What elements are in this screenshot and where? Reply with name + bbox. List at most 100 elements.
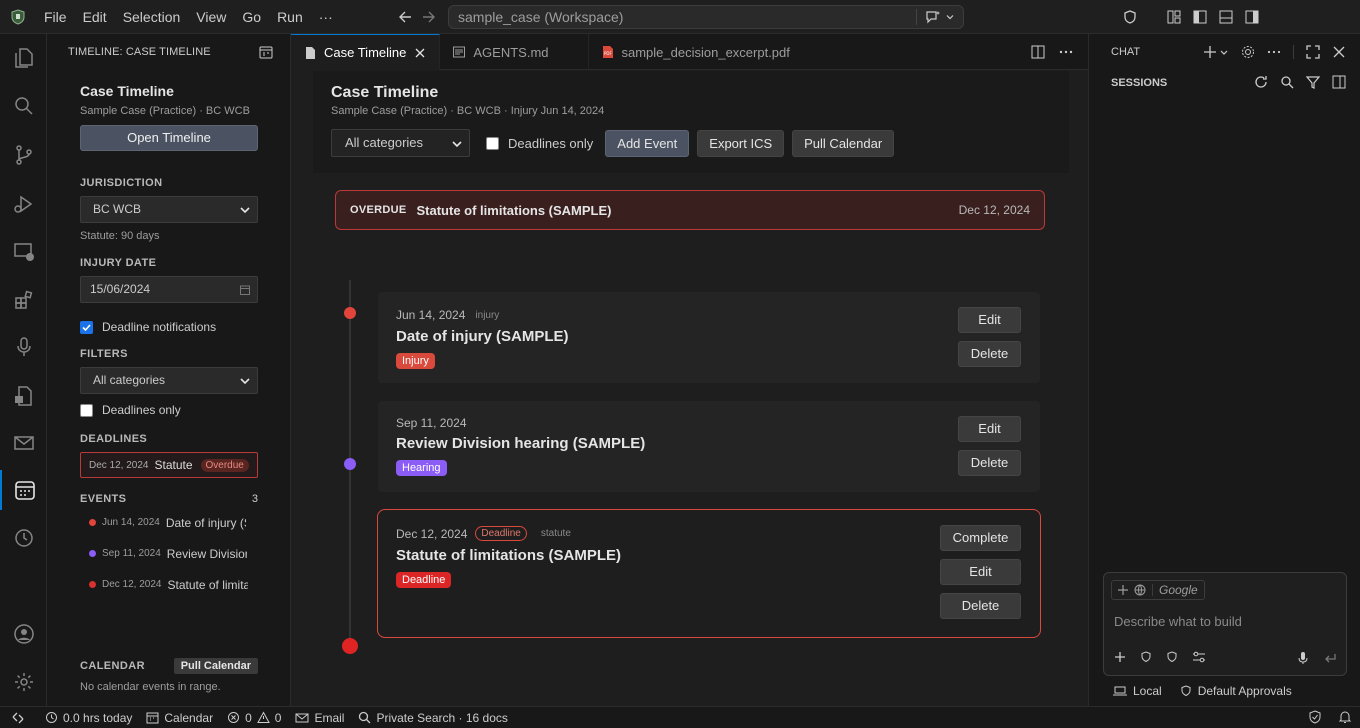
close-icon[interactable] [413, 46, 427, 60]
sidebar-pull-calendar-button[interactable]: Pull Calendar [173, 658, 258, 674]
shield-icon[interactable] [1140, 651, 1152, 663]
injury-date-input[interactable]: 15/06/2024 [80, 276, 258, 303]
menu-selection[interactable]: Selection [115, 0, 189, 34]
add-context-icon[interactable] [1118, 585, 1128, 595]
toggle-secondary-sidebar-icon[interactable] [1244, 9, 1260, 25]
events-count: 3 [251, 493, 258, 505]
edit-button[interactable]: Edit [940, 559, 1021, 585]
event-card[interactable]: Jun 14, 2024 injury Date of injury (SAMP… [378, 292, 1040, 383]
sidebar-deadlines-only-checkbox[interactable] [80, 403, 93, 417]
shield-check-icon[interactable] [1166, 651, 1178, 663]
tab-case-timeline[interactable]: Case Timeline [291, 34, 441, 70]
editor-scrollbar[interactable] [1076, 70, 1088, 706]
chat-input-send-tools [1297, 651, 1337, 665]
microphone-icon[interactable] [0, 327, 47, 367]
filter-icon[interactable] [1306, 75, 1320, 89]
menu-go[interactable]: Go [234, 0, 269, 34]
mail-icon[interactable] [0, 423, 47, 463]
pull-calendar-button[interactable]: Pull Calendar [792, 129, 895, 157]
gear-icon[interactable] [1241, 45, 1255, 59]
remote-explorer-icon[interactable] [0, 232, 47, 272]
split-editor-icon[interactable] [1030, 44, 1046, 60]
deadline-notifications-row[interactable]: Deadline notifications [80, 320, 257, 334]
tab-sample-decision-pdf[interactable]: PDF sample_decision_excerpt.pdf [589, 34, 802, 70]
back-arrow-icon[interactable] [396, 8, 414, 26]
microphone-icon[interactable] [1297, 651, 1309, 665]
chat-input-box[interactable]: Google Describe what to build [1103, 572, 1347, 676]
calendar-status[interactable]: Calendar [139, 711, 220, 725]
search-icon[interactable] [1280, 75, 1294, 89]
problems-status[interactable]: 0 0 [220, 711, 288, 725]
context-chip[interactable]: Google [1111, 580, 1205, 600]
copilot-menu[interactable] [916, 9, 955, 25]
hours-status[interactable]: 0.0 hrs today [38, 711, 139, 725]
open-timeline-button[interactable]: Open Timeline [80, 125, 258, 151]
approvals-toggle[interactable]: Default Approvals [1180, 684, 1292, 698]
shield-icon[interactable] [1122, 9, 1138, 25]
sidebar-category-select[interactable]: All categories [80, 367, 258, 394]
toggle-primary-sidebar-icon[interactable] [1192, 9, 1208, 25]
menu-run[interactable]: Run [269, 0, 311, 34]
delete-button[interactable]: Delete [940, 593, 1021, 619]
command-center-search[interactable]: sample_case (Workspace) [448, 5, 964, 29]
shield-check-icon[interactable] [1308, 710, 1322, 724]
bell-icon[interactable] [1338, 710, 1352, 724]
sliders-icon[interactable] [1192, 651, 1206, 663]
customize-layout-icon[interactable] [1166, 9, 1182, 25]
run-debug-icon[interactable] [0, 184, 47, 224]
calendar-view-icon[interactable] [258, 44, 274, 60]
event-card[interactable]: Sep 11, 2024 Review Division hearing (SA… [378, 401, 1040, 492]
sidebar-event-item[interactable]: Sep 11, 2024 Review Division hearing (SA… [89, 538, 257, 569]
local-toggle[interactable]: Local [1113, 684, 1162, 698]
tab-agents-md[interactable]: AGENTS.md [440, 34, 589, 70]
export-ics-button[interactable]: Export ICS [697, 129, 785, 157]
remote-indicator[interactable] [0, 711, 32, 725]
sidebar-event-item[interactable]: Dec 12, 2024 Statute of limitations (SAM… [89, 569, 257, 600]
maximize-icon[interactable] [1306, 45, 1320, 59]
search-icon[interactable] [0, 86, 47, 126]
settings-gear-icon[interactable] [0, 662, 47, 702]
send-icon[interactable] [1323, 651, 1337, 665]
account-icon[interactable] [0, 614, 47, 654]
more-actions-icon[interactable] [1058, 44, 1074, 60]
deadline-item[interactable]: Dec 12, 2024 Statute of limitations (SAM… [80, 452, 258, 478]
edit-button[interactable]: Edit [958, 307, 1021, 333]
email-status[interactable]: Email [288, 711, 351, 725]
calendar-picker-icon[interactable] [239, 284, 251, 296]
sidebar-deadlines-only-row[interactable]: Deadlines only [80, 403, 257, 417]
private-search-status[interactable]: Private Search · 16 docs [351, 711, 514, 725]
add-icon[interactable] [1114, 651, 1126, 663]
delete-button[interactable]: Delete [958, 341, 1021, 367]
chevron-down-icon[interactable] [1219, 45, 1229, 59]
edit-button[interactable]: Edit [958, 416, 1021, 442]
source-control-icon[interactable] [0, 135, 47, 175]
complete-button[interactable]: Complete [940, 525, 1021, 551]
new-chat-icon[interactable] [1203, 45, 1217, 59]
deadline-notifications-checkbox[interactable] [80, 320, 93, 334]
menu-edit[interactable]: Edit [75, 0, 115, 34]
calendar-icon[interactable] [0, 470, 47, 510]
more-actions-icon[interactable] [1267, 45, 1281, 59]
refresh-icon[interactable] [1254, 75, 1268, 89]
deadlines-only-checkbox[interactable] [486, 136, 499, 150]
split-view-icon[interactable] [1332, 75, 1346, 89]
extensions-icon[interactable] [0, 280, 47, 320]
menu-view[interactable]: View [188, 0, 234, 34]
jurisdiction-select[interactable]: BC WCB [80, 196, 258, 223]
menu-file[interactable]: File [36, 0, 75, 34]
close-icon[interactable] [1332, 45, 1346, 59]
menu-more[interactable]: ··· [311, 0, 341, 34]
deadlines-only-row[interactable]: Deadlines only [486, 136, 593, 151]
event-card-deadline[interactable]: Dec 12, 2024 Deadline statute Statute of… [377, 509, 1041, 638]
document-export-icon[interactable] [0, 376, 47, 416]
explorer-icon[interactable] [0, 38, 47, 78]
add-event-button[interactable]: Add Event [605, 129, 690, 157]
delete-button[interactable]: Delete [958, 450, 1021, 476]
category-select[interactable]: All categories [331, 129, 470, 157]
toggle-panel-icon[interactable] [1218, 9, 1234, 25]
event-date: Jun 14, 2024 [396, 308, 466, 322]
forward-arrow-icon[interactable] [420, 8, 438, 26]
history-icon[interactable] [0, 518, 47, 558]
overdue-banner[interactable]: OVERDUE Statute of limitations (SAMPLE) … [335, 190, 1045, 230]
sidebar-event-item[interactable]: Jun 14, 2024 Date of injury (SAMPLE) [89, 507, 257, 538]
